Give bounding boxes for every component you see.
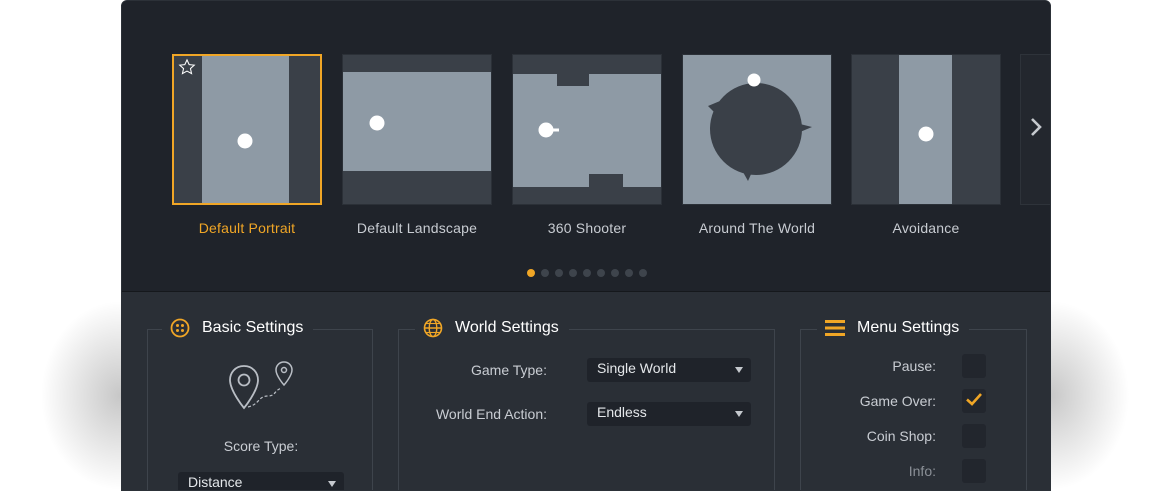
score-type-select[interactable]: Distance — [178, 472, 344, 490]
world-end-action-select[interactable]: Endless — [587, 402, 751, 426]
pagination-dot[interactable] — [611, 269, 619, 277]
game-over-checkbox[interactable] — [962, 389, 986, 413]
world-end-action-label: World End Action: — [435, 406, 547, 422]
menu-settings-title: Menu Settings — [857, 319, 960, 336]
grid-circle-icon — [170, 318, 190, 338]
template-frame — [512, 54, 662, 205]
world-settings-title: World Settings — [455, 319, 559, 336]
template-around-the-world[interactable] — [682, 54, 832, 205]
menu-settings-header: Menu Settings — [817, 318, 970, 338]
game-over-label: Game Over: — [859, 393, 936, 409]
settings-panel: Basic Settings Score Type: Distance Worl… — [122, 291, 1050, 490]
pause-label: Pause: — [892, 358, 936, 374]
template-label-360-shooter: 360 Shooter — [547, 220, 627, 236]
template-default-landscape[interactable] — [342, 54, 492, 205]
info-label: Info: — [908, 463, 936, 479]
template-label-default-landscape: Default Landscape — [356, 220, 478, 236]
info-checkbox[interactable] — [962, 459, 986, 483]
template-360-shooter[interactable] — [512, 54, 662, 205]
pagination-dot[interactable] — [541, 269, 549, 277]
basic-settings-header: Basic Settings — [162, 318, 314, 338]
template-avoidance[interactable] — [851, 54, 1001, 205]
template-selected-frame — [172, 54, 322, 205]
menu-settings-group: Menu Settings Pause: Game Over: Coin Sho… — [800, 318, 1027, 490]
hamburger-icon — [825, 318, 845, 338]
pagination-dot[interactable] — [555, 269, 563, 277]
template-frame — [342, 54, 492, 205]
basic-settings-group: Basic Settings Score Type: Distance — [147, 318, 373, 490]
game-type-select[interactable]: Single World — [587, 358, 751, 382]
score-type-value: Distance — [188, 474, 243, 490]
pagination-dot[interactable] — [527, 269, 535, 277]
globe-icon — [423, 318, 443, 338]
pagination-dot[interactable] — [639, 269, 647, 277]
score-type-label: Score Type: — [223, 438, 299, 454]
world-end-action-value: Endless — [597, 404, 647, 420]
chevron-down-icon — [735, 367, 743, 373]
template-default-portrait[interactable] — [172, 54, 322, 205]
map-pins-icon — [226, 360, 296, 423]
coin-shop-label: Coin Shop: — [866, 428, 936, 444]
coin-shop-checkbox[interactable] — [962, 424, 986, 448]
basic-settings-title: Basic Settings — [202, 319, 304, 336]
template-label-default-portrait: Default Portrait — [198, 220, 296, 236]
chevron-down-icon — [328, 481, 336, 487]
chevron-right-icon — [1029, 117, 1043, 142]
pagination-dot[interactable] — [597, 269, 605, 277]
world-settings-header: World Settings — [415, 318, 569, 338]
app-window: Default Portrait Default Landscape 360 S… — [121, 0, 1051, 491]
template-gallery: Default Portrait Default Landscape 360 S… — [122, 1, 1050, 291]
next-templates-button[interactable] — [1020, 54, 1050, 205]
checkmark-icon — [965, 391, 983, 412]
pause-checkbox[interactable] — [962, 354, 986, 378]
template-frame — [682, 54, 832, 205]
pagination-dot[interactable] — [583, 269, 591, 277]
world-settings-group: World Settings Game Type: Single World W… — [398, 318, 775, 490]
pagination-dot[interactable] — [625, 269, 633, 277]
game-type-value: Single World — [597, 360, 677, 376]
pagination-dots — [527, 269, 647, 279]
template-frame — [851, 54, 1001, 205]
chevron-down-icon — [735, 411, 743, 417]
template-label-around-the-world: Around The World — [698, 220, 816, 236]
game-type-label: Game Type: — [470, 362, 547, 378]
template-label-avoidance: Avoidance — [892, 220, 960, 236]
pagination-dot[interactable] — [569, 269, 577, 277]
